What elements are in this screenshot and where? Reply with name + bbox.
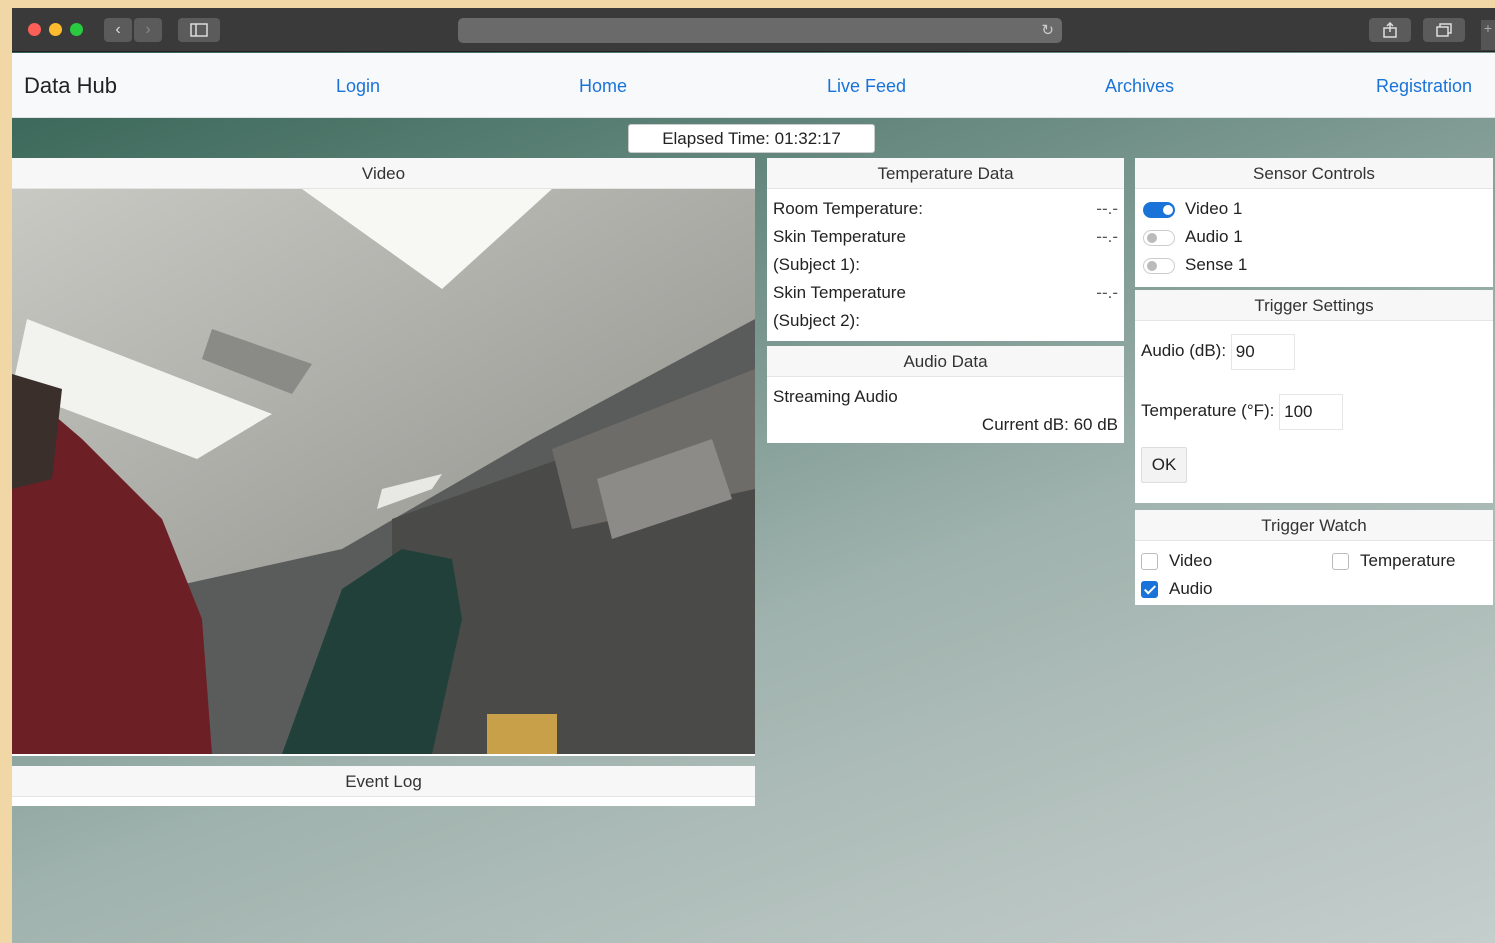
site-navbar: Data Hub Login Home Live Feed Archives R… bbox=[12, 53, 1495, 118]
audio-panel-title: Audio Data bbox=[767, 346, 1124, 377]
skin-temperature-2-label: Skin Temperature bbox=[773, 283, 906, 302]
skin-temperature-1-value: --.- bbox=[1096, 227, 1118, 246]
sensor-controls-title: Sensor Controls bbox=[1135, 158, 1493, 189]
close-window-button[interactable] bbox=[28, 23, 41, 36]
trigger-watch-panel: Trigger Watch Video Temperature Audio bbox=[1135, 510, 1493, 605]
room-temperature-value: --.- bbox=[1096, 199, 1118, 218]
tabs-overview-button[interactable] bbox=[1423, 18, 1465, 42]
skin-temperature-2-value: --.- bbox=[1096, 283, 1118, 302]
ok-button[interactable]: OK bbox=[1141, 447, 1187, 483]
trigger-settings-title: Trigger Settings bbox=[1135, 290, 1493, 321]
sensor-toggle-row: Video 1 bbox=[1141, 195, 1487, 223]
nav-link-live-feed[interactable]: Live Feed bbox=[827, 76, 906, 97]
subject-1-label: (Subject 1): bbox=[773, 255, 860, 274]
audio-threshold-label: Audio (dB): bbox=[1141, 341, 1227, 360]
audio-1-toggle[interactable] bbox=[1143, 230, 1175, 246]
sensor-toggle-row: Sense 1 bbox=[1141, 251, 1487, 279]
temperature-threshold-input[interactable] bbox=[1279, 393, 1344, 430]
nav-link-registration[interactable]: Registration bbox=[1376, 76, 1472, 97]
chevron-left-icon: ‹ bbox=[115, 21, 121, 38]
forward-button[interactable]: › bbox=[134, 18, 162, 42]
current-db-readout: Current dB: 60 dB bbox=[981, 415, 1118, 434]
brand-logo[interactable]: Data Hub bbox=[24, 73, 117, 99]
fullscreen-window-button[interactable] bbox=[70, 23, 83, 36]
subject-2-label: (Subject 2): bbox=[773, 311, 860, 330]
temperature-threshold-row: Temperature (°F): bbox=[1141, 381, 1487, 441]
chevron-right-icon: › bbox=[145, 21, 151, 38]
nav-link-login[interactable]: Login bbox=[336, 76, 380, 97]
audio-threshold-row: Audio (dB): bbox=[1141, 321, 1487, 381]
audio-panel: Audio Data Streaming Audio Current dB: 6… bbox=[767, 346, 1124, 443]
temperature-panel-title: Temperature Data bbox=[767, 158, 1124, 189]
skin-temperature-1-label: Skin Temperature bbox=[773, 227, 906, 246]
video-watch-label: Video bbox=[1169, 551, 1213, 570]
event-log-title: Event Log bbox=[12, 766, 755, 797]
audio-watch-row: Audio bbox=[1141, 575, 1212, 603]
browser-toolbar: ‹ › ↻ + bbox=[12, 8, 1495, 52]
address-bar[interactable]: ↻ bbox=[458, 18, 1062, 43]
temperature-row: Skin Temperature --.- bbox=[773, 223, 1118, 251]
temperature-watch-label: Temperature bbox=[1360, 551, 1456, 570]
temperature-row: Room Temperature: --.- bbox=[773, 195, 1118, 223]
reload-icon[interactable]: ↻ bbox=[1041, 21, 1054, 39]
browser-window: ‹ › ↻ + Data Hub Login Home Live Feed Ar… bbox=[12, 8, 1495, 943]
elapsed-time-badge: Elapsed Time: 01:32:17 bbox=[628, 124, 875, 153]
nav-link-archives[interactable]: Archives bbox=[1105, 76, 1174, 97]
video-feed-image bbox=[12, 189, 755, 754]
video-1-toggle[interactable] bbox=[1143, 202, 1175, 218]
video-watch-row: Video bbox=[1141, 547, 1212, 575]
temperature-row: Skin Temperature --.- bbox=[773, 279, 1118, 307]
temperature-panel: Temperature Data Room Temperature: --.- S… bbox=[767, 158, 1124, 341]
event-log-panel: Event Log bbox=[12, 766, 755, 806]
sense-1-label: Sense 1 bbox=[1185, 255, 1248, 274]
video-stream[interactable] bbox=[12, 189, 755, 754]
audio-1-label: Audio 1 bbox=[1185, 227, 1243, 246]
new-tab-button[interactable]: + bbox=[1481, 20, 1495, 50]
sensor-toggle-row: Audio 1 bbox=[1141, 223, 1487, 251]
sensor-controls-panel: Sensor Controls Video 1 Audio 1 Sense 1 bbox=[1135, 158, 1493, 287]
back-button[interactable]: ‹ bbox=[104, 18, 132, 42]
video-1-label: Video 1 bbox=[1185, 199, 1243, 218]
sidebar-toggle-button[interactable] bbox=[178, 18, 220, 42]
sidebar-icon bbox=[190, 23, 208, 37]
audio-status: Streaming Audio bbox=[773, 387, 898, 406]
temperature-row: (Subject 2): bbox=[773, 307, 1118, 335]
trigger-watch-title: Trigger Watch bbox=[1135, 510, 1493, 541]
nav-link-home[interactable]: Home bbox=[579, 76, 627, 97]
video-watch-checkbox[interactable] bbox=[1141, 553, 1158, 570]
share-button[interactable] bbox=[1369, 18, 1411, 42]
trigger-settings-panel: Trigger Settings Audio (dB): Temperature… bbox=[1135, 290, 1493, 503]
temperature-threshold-label: Temperature (°F): bbox=[1141, 401, 1275, 420]
audio-watch-label: Audio bbox=[1169, 579, 1213, 598]
video-panel: Video bbox=[12, 158, 755, 756]
audio-watch-checkbox[interactable] bbox=[1141, 581, 1158, 598]
temperature-watch-checkbox[interactable] bbox=[1332, 553, 1349, 570]
temperature-row: (Subject 1): bbox=[773, 251, 1118, 279]
share-icon bbox=[1383, 21, 1397, 38]
temperature-watch-row: Temperature bbox=[1332, 547, 1455, 575]
tabs-icon bbox=[1436, 23, 1452, 37]
room-temperature-label: Room Temperature: bbox=[773, 199, 923, 218]
video-panel-title: Video bbox=[12, 158, 755, 189]
audio-threshold-input[interactable] bbox=[1230, 333, 1295, 370]
minimize-window-button[interactable] bbox=[49, 23, 62, 36]
sense-1-toggle[interactable] bbox=[1143, 258, 1175, 274]
